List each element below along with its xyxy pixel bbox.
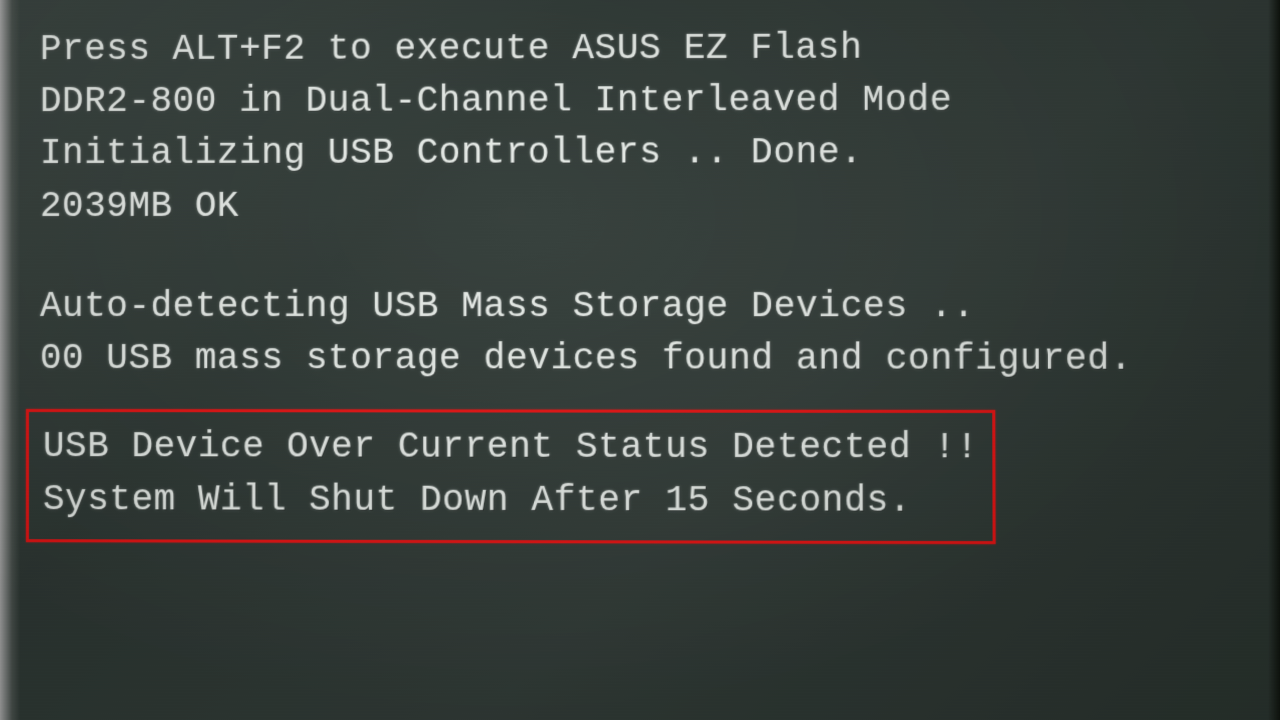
bios-usb-init-line: Initializing USB Controllers .. Done. [40,127,1251,181]
bios-boot-text-block: Press ALT+F2 to execute ASUS EZ Flash DD… [40,22,1252,545]
error-highlight-box: USB Device Over Current Status Detected … [26,409,996,544]
bios-memory-ok-line: 2039MB OK [40,180,1251,233]
bezel-left-edge [0,0,20,720]
bios-hotkey-line: Press ALT+F2 to execute ASUS EZ Flash [40,22,1250,77]
bios-usb-detect-line: Auto-detecting USB Mass Storage Devices … [40,281,1251,334]
bios-memory-mode-line: DDR2-800 in Dual-Channel Interleaved Mod… [40,74,1251,128]
bios-error-line-1: USB Device Over Current Status Detected … [43,420,979,475]
bios-error-line-2: System Will Shut Down After 15 Seconds. [43,473,979,528]
blank-spacer-short [40,385,1252,404]
blank-spacer [40,232,1251,280]
bios-usb-found-line: 00 USB mass storage devices found and co… [40,333,1252,386]
bezel-right-edge [1268,0,1280,720]
